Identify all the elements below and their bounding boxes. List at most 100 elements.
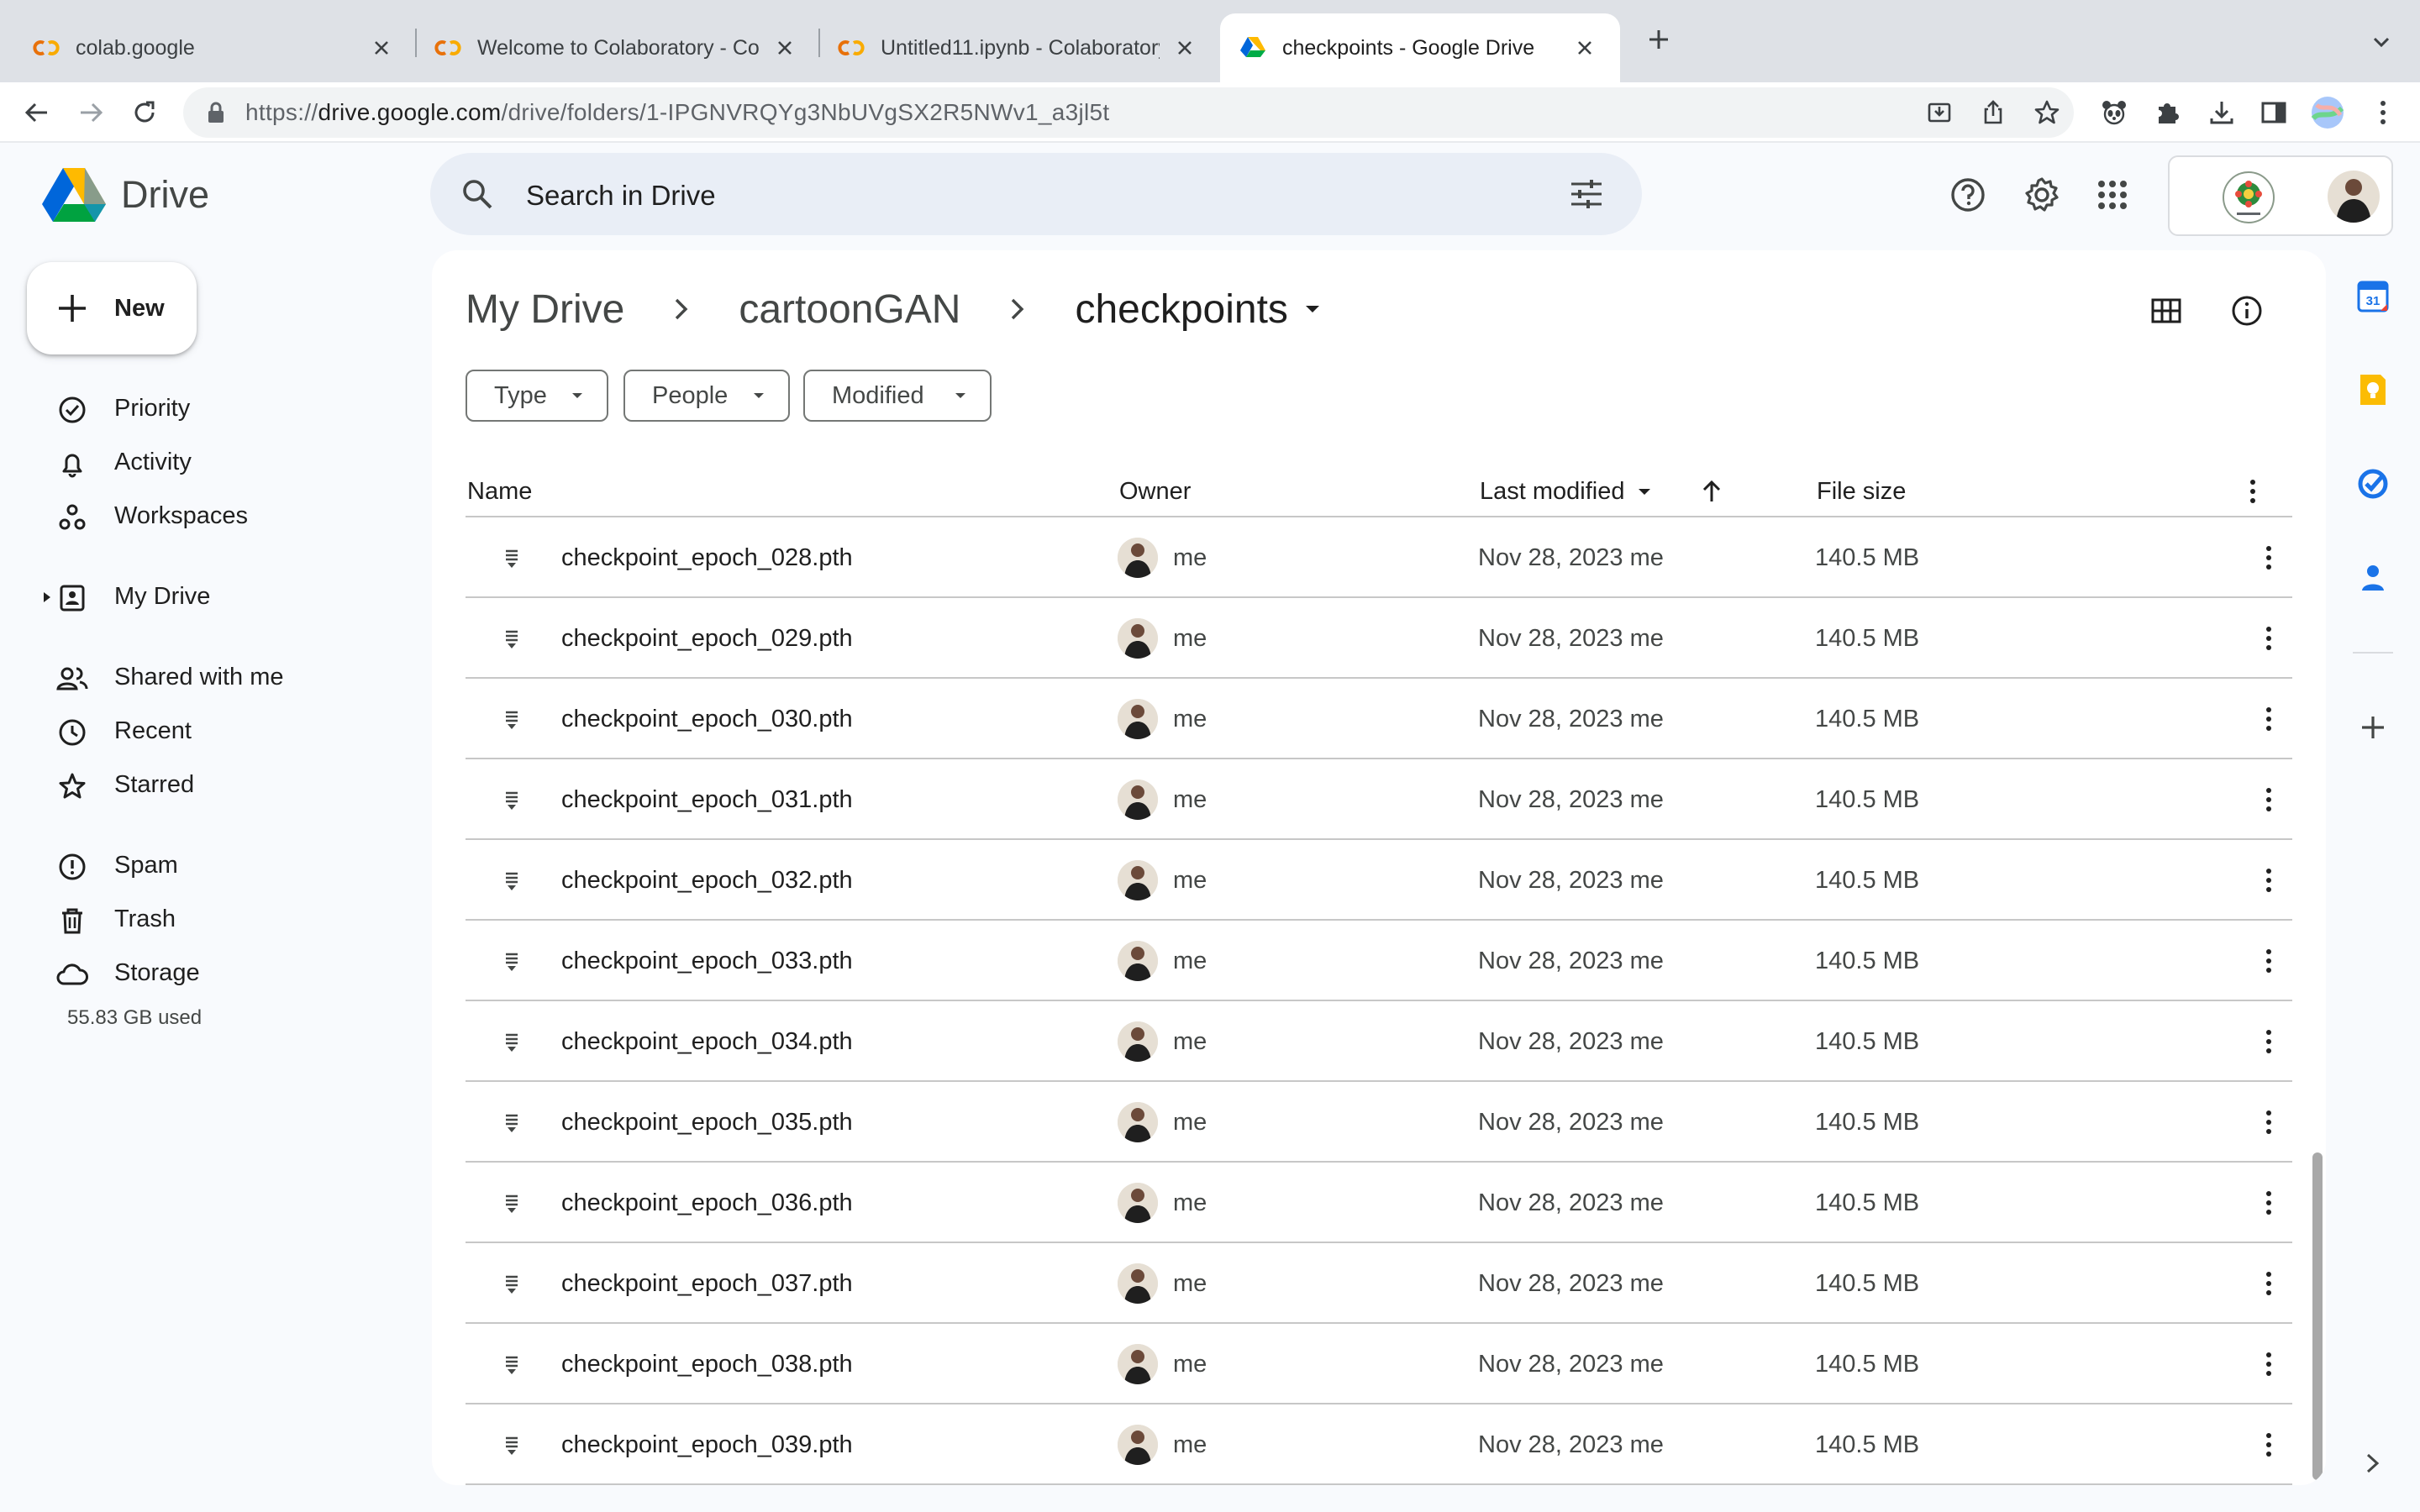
help-icon[interactable] (1948, 175, 1988, 215)
more-actions-button[interactable] (2250, 781, 2287, 818)
sidebar-item-starred[interactable]: Starred (0, 758, 403, 811)
table-row[interactable]: checkpoint_epoch_037.pth me Nov 28, 2023 m… (466, 1243, 2292, 1324)
settings-gear-icon[interactable] (2022, 175, 2062, 215)
column-options-button[interactable] (2249, 470, 2257, 512)
apps-grid-icon[interactable] (2092, 175, 2133, 215)
more-actions-button[interactable] (2250, 1184, 2287, 1221)
keep-icon[interactable] (2353, 370, 2393, 410)
breadcrumb-cartoongan[interactable]: cartoonGAN (739, 286, 960, 333)
table-row[interactable]: checkpoint_epoch_031.pth me Nov 28, 2023 m… (466, 759, 2292, 840)
reload-button[interactable] (124, 92, 165, 133)
table-row[interactable]: checkpoint_epoch_038.pth me Nov 28, 2023 m… (466, 1324, 2292, 1404)
contacts-icon[interactable] (2353, 558, 2393, 598)
folder-menu-caret-icon[interactable] (1300, 297, 1325, 322)
tasks-icon[interactable] (2353, 464, 2393, 504)
table-row[interactable]: checkpoint_epoch_030.pth me Nov 28, 2023 m… (466, 679, 2292, 759)
file-name[interactable]: checkpoint_epoch_036.pth (561, 1189, 853, 1217)
sidebar-item-spam[interactable]: Spam (0, 838, 403, 892)
file-name[interactable]: checkpoint_epoch_039.pth (561, 1431, 853, 1459)
more-actions-button[interactable] (2250, 539, 2287, 576)
filter-chip-people[interactable]: People (623, 370, 790, 422)
browser-tab[interactable]: Untitled11.ipynb - Colaboratory (820, 13, 1220, 82)
file-name[interactable]: checkpoint_epoch_034.pth (561, 1028, 853, 1056)
breadcrumb-checkpoints[interactable]: checkpoints (1075, 286, 1287, 333)
search-input[interactable]: Search in Drive (526, 180, 716, 212)
close-icon[interactable] (1170, 33, 1200, 63)
sidebar-item-workspaces[interactable]: Workspaces (0, 489, 403, 543)
scrollbar-thumb[interactable] (2312, 1152, 2323, 1480)
expand-caret-icon[interactable] (42, 591, 52, 603)
file-name[interactable]: checkpoint_epoch_030.pth (561, 706, 853, 733)
file-name[interactable]: checkpoint_epoch_029.pth (561, 625, 853, 653)
back-button[interactable] (17, 92, 57, 133)
get-addons-plus-icon[interactable] (2353, 707, 2393, 748)
share-icon[interactable] (1976, 96, 2010, 129)
column-header-name[interactable]: Name (467, 470, 532, 512)
filter-chip-modified[interactable]: Modified (803, 370, 992, 422)
panda-extension-icon[interactable] (2094, 92, 2134, 133)
new-button[interactable]: New (27, 262, 197, 354)
breadcrumb-my-drive[interactable]: My Drive (466, 286, 624, 333)
more-actions-button[interactable] (2250, 701, 2287, 738)
install-app-icon[interactable] (1923, 96, 1956, 129)
browser-tab[interactable]: colab.google (0, 13, 417, 82)
more-actions-button[interactable] (2250, 1426, 2287, 1463)
close-icon[interactable] (770, 33, 800, 63)
column-header-last-modified[interactable]: Last modified (1480, 470, 1655, 512)
sidebar-item-priority[interactable]: Priority (0, 381, 403, 435)
sidebar-item-storage[interactable]: Storage (0, 946, 403, 1000)
grid-view-icon[interactable] (2146, 291, 2186, 331)
sidebar-item-recent[interactable]: Recent (0, 704, 403, 758)
file-name[interactable]: checkpoint_epoch_038.pth (561, 1351, 853, 1378)
more-actions-button[interactable] (2250, 1265, 2287, 1302)
more-actions-button[interactable] (2250, 942, 2287, 979)
more-actions-button[interactable] (2250, 1104, 2287, 1141)
file-name[interactable]: checkpoint_epoch_028.pth (561, 544, 853, 572)
info-icon[interactable] (2227, 291, 2267, 331)
bookmark-star-icon[interactable] (2030, 96, 2064, 129)
sidebar-item-my-drive[interactable]: My Drive (0, 570, 403, 623)
new-tab-button[interactable] (1641, 22, 1676, 57)
account-switcher[interactable] (2168, 155, 2393, 236)
more-actions-button[interactable] (2250, 1346, 2287, 1383)
table-row[interactable]: checkpoint_epoch_033.pth me Nov 28, 2023 m… (466, 921, 2292, 1001)
browser-tab[interactable]: Welcome to Colaboratory - Colaboratory (417, 13, 820, 82)
file-name[interactable]: checkpoint_epoch_032.pth (561, 867, 853, 895)
profile-avatar[interactable] (2307, 92, 2348, 133)
sidebar-item-trash[interactable]: Trash (0, 892, 403, 946)
more-actions-button[interactable] (2250, 1023, 2287, 1060)
side-panel-icon[interactable] (2254, 92, 2294, 133)
sidebar-item-shared-with-me[interactable]: Shared with me (0, 650, 403, 704)
address-bar[interactable]: https://drive.google.com/drive/folders/1… (183, 87, 2074, 138)
table-row[interactable]: checkpoint_epoch_034.pth me Nov 28, 2023 m… (466, 1001, 2292, 1082)
forward-button[interactable] (71, 92, 111, 133)
file-name[interactable]: checkpoint_epoch_033.pth (561, 948, 853, 975)
browser-tab-active[interactable]: checkpoints - Google Drive (1220, 13, 1620, 82)
downloads-icon[interactable] (2202, 92, 2242, 133)
browser-menu-button[interactable] (2363, 92, 2403, 133)
hide-side-panel-icon[interactable] (2353, 1443, 2393, 1483)
file-name[interactable]: checkpoint_epoch_035.pth (561, 1109, 853, 1137)
close-icon[interactable] (366, 33, 397, 63)
calendar-icon[interactable]: 31 (2353, 276, 2393, 316)
extensions-puzzle-icon[interactable] (2148, 92, 2188, 133)
sort-direction-button[interactable] (1699, 470, 1724, 512)
file-name[interactable]: checkpoint_epoch_037.pth (561, 1270, 853, 1298)
table-row[interactable]: checkpoint_epoch_036.pth me Nov 28, 2023 m… (466, 1163, 2292, 1243)
more-actions-button[interactable] (2250, 620, 2287, 657)
search-options-icon[interactable] (1568, 176, 1605, 213)
filter-chip-type[interactable]: Type (466, 370, 608, 422)
sidebar-item-activity[interactable]: Activity (0, 435, 403, 489)
tab-search-button[interactable] (2365, 25, 2398, 59)
table-row[interactable]: checkpoint_epoch_028.pth me Nov 28, 2023 m… (466, 517, 2292, 598)
close-icon[interactable] (1570, 33, 1600, 63)
table-row[interactable]: checkpoint_epoch_035.pth me Nov 28, 2023 m… (466, 1082, 2292, 1163)
search-icon[interactable] (460, 177, 494, 211)
table-row[interactable]: checkpoint_epoch_032.pth me Nov 28, 2023 m… (466, 840, 2292, 921)
file-name[interactable]: checkpoint_epoch_031.pth (561, 786, 853, 814)
table-row[interactable]: checkpoint_epoch_029.pth me Nov 28, 2023 m… (466, 598, 2292, 679)
google-drive-logo[interactable] (42, 166, 106, 222)
table-row[interactable]: checkpoint_epoch_039.pth me Nov 28, 2023 m… (466, 1404, 2292, 1485)
more-actions-button[interactable] (2250, 862, 2287, 899)
search-bar[interactable]: Search in Drive (430, 153, 1642, 235)
